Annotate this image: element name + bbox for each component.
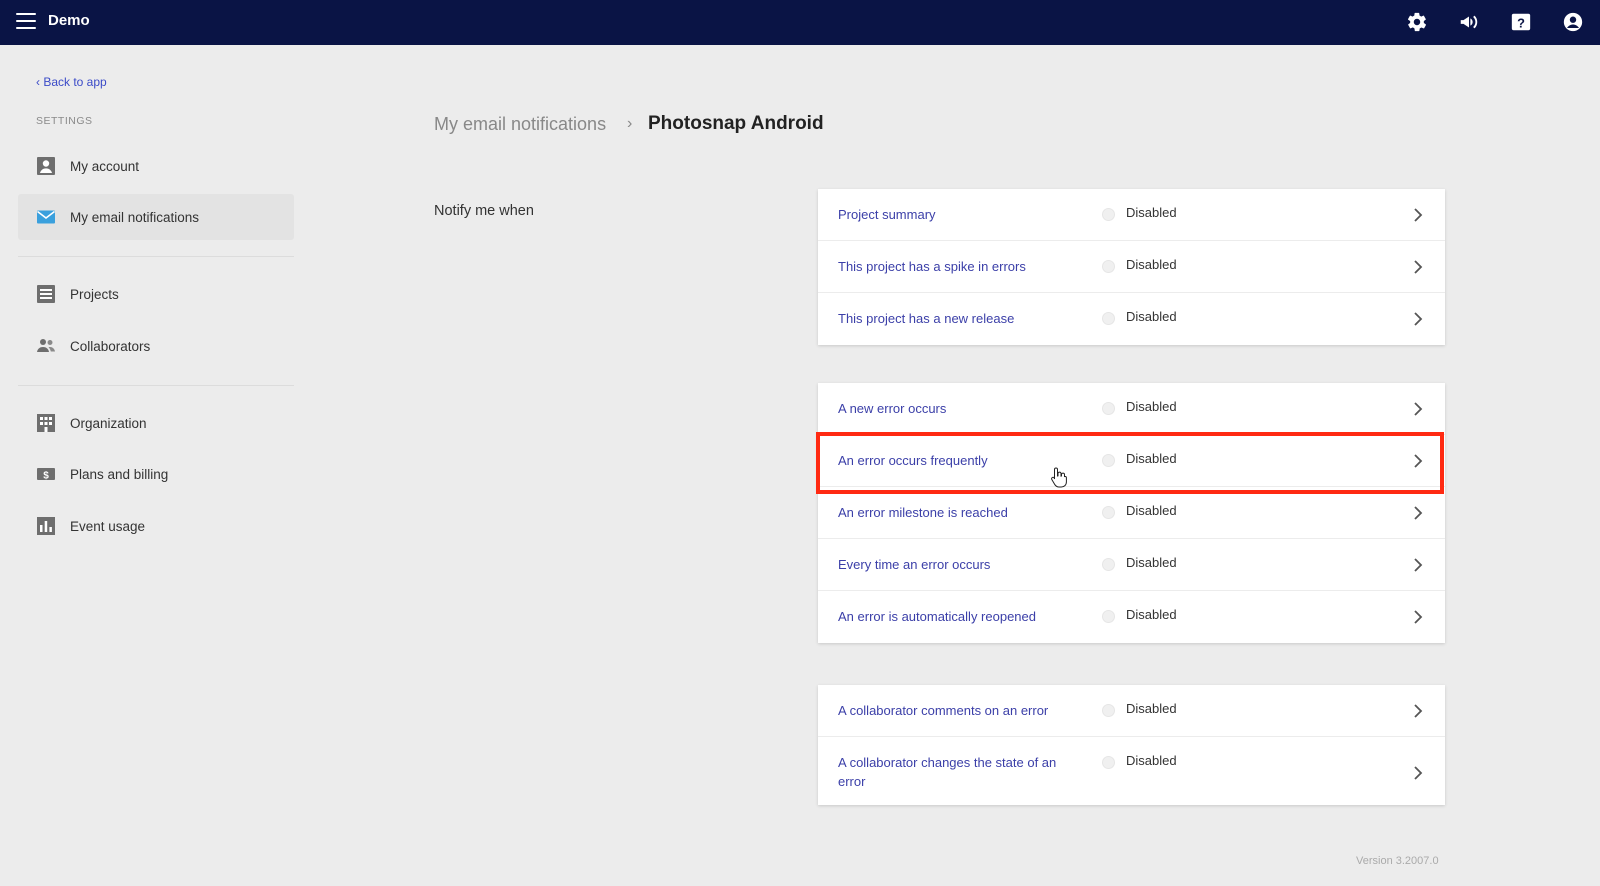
- sidebar-item-label: My account: [70, 158, 140, 174]
- sidebar-item-event-usage[interactable]: Event usage: [18, 503, 294, 549]
- status-toggle[interactable]: [1102, 260, 1115, 273]
- status-toggle[interactable]: [1102, 558, 1115, 571]
- sidebar-divider: [18, 385, 294, 386]
- sidebar-item-collaborators[interactable]: Collaborators: [18, 323, 294, 369]
- notification-row-error-milestone[interactable]: An error milestone is reached Disabled: [818, 487, 1445, 539]
- back-to-app-link[interactable]: ‹ Back to app: [36, 75, 107, 89]
- notification-row-collaborator-comments[interactable]: A collaborator comments on an error Disa…: [818, 685, 1445, 737]
- sidebar-item-projects[interactable]: Projects: [18, 271, 294, 317]
- chevron-right-icon: [1413, 765, 1423, 781]
- notification-row-new-error[interactable]: A new error occurs Disabled: [818, 383, 1445, 435]
- notification-group: A new error occurs Disabled An error occ…: [818, 383, 1445, 643]
- sidebar-item-label: Organization: [70, 415, 147, 431]
- status-text: Disabled: [1126, 555, 1177, 570]
- status-text: Disabled: [1126, 399, 1177, 414]
- chevron-right-icon: [1413, 453, 1423, 469]
- status-toggle[interactable]: [1102, 704, 1115, 717]
- chevron-right-icon: [1413, 557, 1423, 573]
- user-icon[interactable]: [1562, 11, 1584, 33]
- status-text: Disabled: [1126, 753, 1177, 768]
- sidebar-item-plans-and-billing[interactable]: $ Plans and billing: [18, 451, 294, 497]
- notification-group: Project summary Disabled This project ha…: [818, 189, 1445, 345]
- version-text: Version 3.2007.0: [1356, 855, 1439, 867]
- gear-icon[interactable]: [1406, 11, 1428, 33]
- chevron-right-icon: [1413, 207, 1423, 223]
- notification-label: This project has a spike in errors: [838, 259, 1026, 274]
- sidebar-item-my-account[interactable]: My account: [18, 143, 294, 189]
- sidebar-item-organization[interactable]: Organization: [18, 400, 294, 446]
- breadcrumb-separator: ›: [627, 115, 633, 132]
- app-name: Demo: [48, 12, 90, 29]
- chevron-right-icon: [1413, 703, 1423, 719]
- envelope-icon: [36, 207, 56, 227]
- help-icon[interactable]: ?: [1510, 11, 1532, 33]
- notification-label: Project summary: [838, 207, 936, 222]
- list-icon: [36, 284, 56, 304]
- megaphone-icon[interactable]: [1458, 11, 1480, 33]
- settings-section-label: SETTINGS: [36, 115, 93, 127]
- notification-row-collaborator-changes-state[interactable]: A collaborator changes the state of an e…: [818, 737, 1445, 805]
- notification-label: An error occurs frequently: [838, 453, 988, 468]
- status-text: Disabled: [1126, 451, 1177, 466]
- status-toggle[interactable]: [1102, 312, 1115, 325]
- notification-label: A new error occurs: [838, 401, 947, 416]
- notification-label: A collaborator comments on an error: [838, 703, 1049, 718]
- notification-row-error-reopened[interactable]: An error is automatically reopened Disab…: [818, 591, 1445, 643]
- sidebar-item-label: Projects: [70, 286, 119, 302]
- status-toggle[interactable]: [1102, 208, 1115, 221]
- status-toggle[interactable]: [1102, 506, 1115, 519]
- status-text: Disabled: [1126, 503, 1177, 518]
- notification-row-every-error[interactable]: Every time an error occurs Disabled: [818, 539, 1445, 591]
- svg-text:$: $: [43, 471, 49, 482]
- top-bar: Demo ?: [0, 0, 1600, 45]
- status-toggle[interactable]: [1102, 610, 1115, 623]
- status-toggle[interactable]: [1102, 454, 1115, 467]
- chevron-right-icon: [1413, 609, 1423, 625]
- notification-row-error-frequently[interactable]: An error occurs frequently Disabled: [818, 435, 1445, 487]
- people-icon: [36, 336, 56, 356]
- breadcrumb-parent-link[interactable]: My email notifications: [434, 114, 606, 135]
- status-text: Disabled: [1126, 205, 1177, 220]
- sidebar-item-label: Plans and billing: [70, 466, 169, 482]
- notify-section-label: Notify me when: [434, 203, 534, 219]
- status-text: Disabled: [1126, 257, 1177, 272]
- svg-text:?: ?: [1517, 16, 1525, 31]
- chevron-right-icon: [1413, 259, 1423, 275]
- sidebar-item-label: Event usage: [70, 518, 146, 534]
- status-text: Disabled: [1126, 607, 1177, 622]
- notification-row-project-summary[interactable]: Project summary Disabled: [818, 189, 1445, 241]
- menu-icon[interactable]: [16, 13, 36, 31]
- building-icon: [36, 413, 56, 433]
- notification-label: This project has a new release: [838, 311, 1015, 326]
- sidebar-item-label: Collaborators: [70, 338, 151, 354]
- sidebar-divider: [18, 256, 294, 257]
- status-toggle[interactable]: [1102, 756, 1115, 769]
- bar-chart-icon: [36, 516, 56, 536]
- notification-group: A collaborator comments on an error Disa…: [818, 685, 1445, 805]
- chevron-right-icon: [1413, 505, 1423, 521]
- dollar-icon: $: [36, 464, 56, 484]
- notification-label: Every time an error occurs: [838, 557, 991, 572]
- notification-row-spike-in-errors[interactable]: This project has a spike in errors Disab…: [818, 241, 1445, 293]
- notification-label: A collaborator changes the state of an e…: [838, 755, 1057, 789]
- status-text: Disabled: [1126, 701, 1177, 716]
- chevron-right-icon: [1413, 311, 1423, 327]
- person-icon: [36, 156, 56, 176]
- status-toggle[interactable]: [1102, 402, 1115, 415]
- sidebar-item-label: My email notifications: [70, 209, 200, 225]
- chevron-right-icon: [1413, 401, 1423, 417]
- status-text: Disabled: [1126, 309, 1177, 324]
- sidebar-item-my-email-notifications[interactable]: My email notifications: [18, 194, 294, 240]
- notification-label: An error milestone is reached: [838, 505, 1008, 520]
- page-title: Photosnap Android: [648, 113, 824, 134]
- notification-row-new-release[interactable]: This project has a new release Disabled: [818, 293, 1445, 345]
- notification-label: An error is automatically reopened: [838, 609, 1036, 624]
